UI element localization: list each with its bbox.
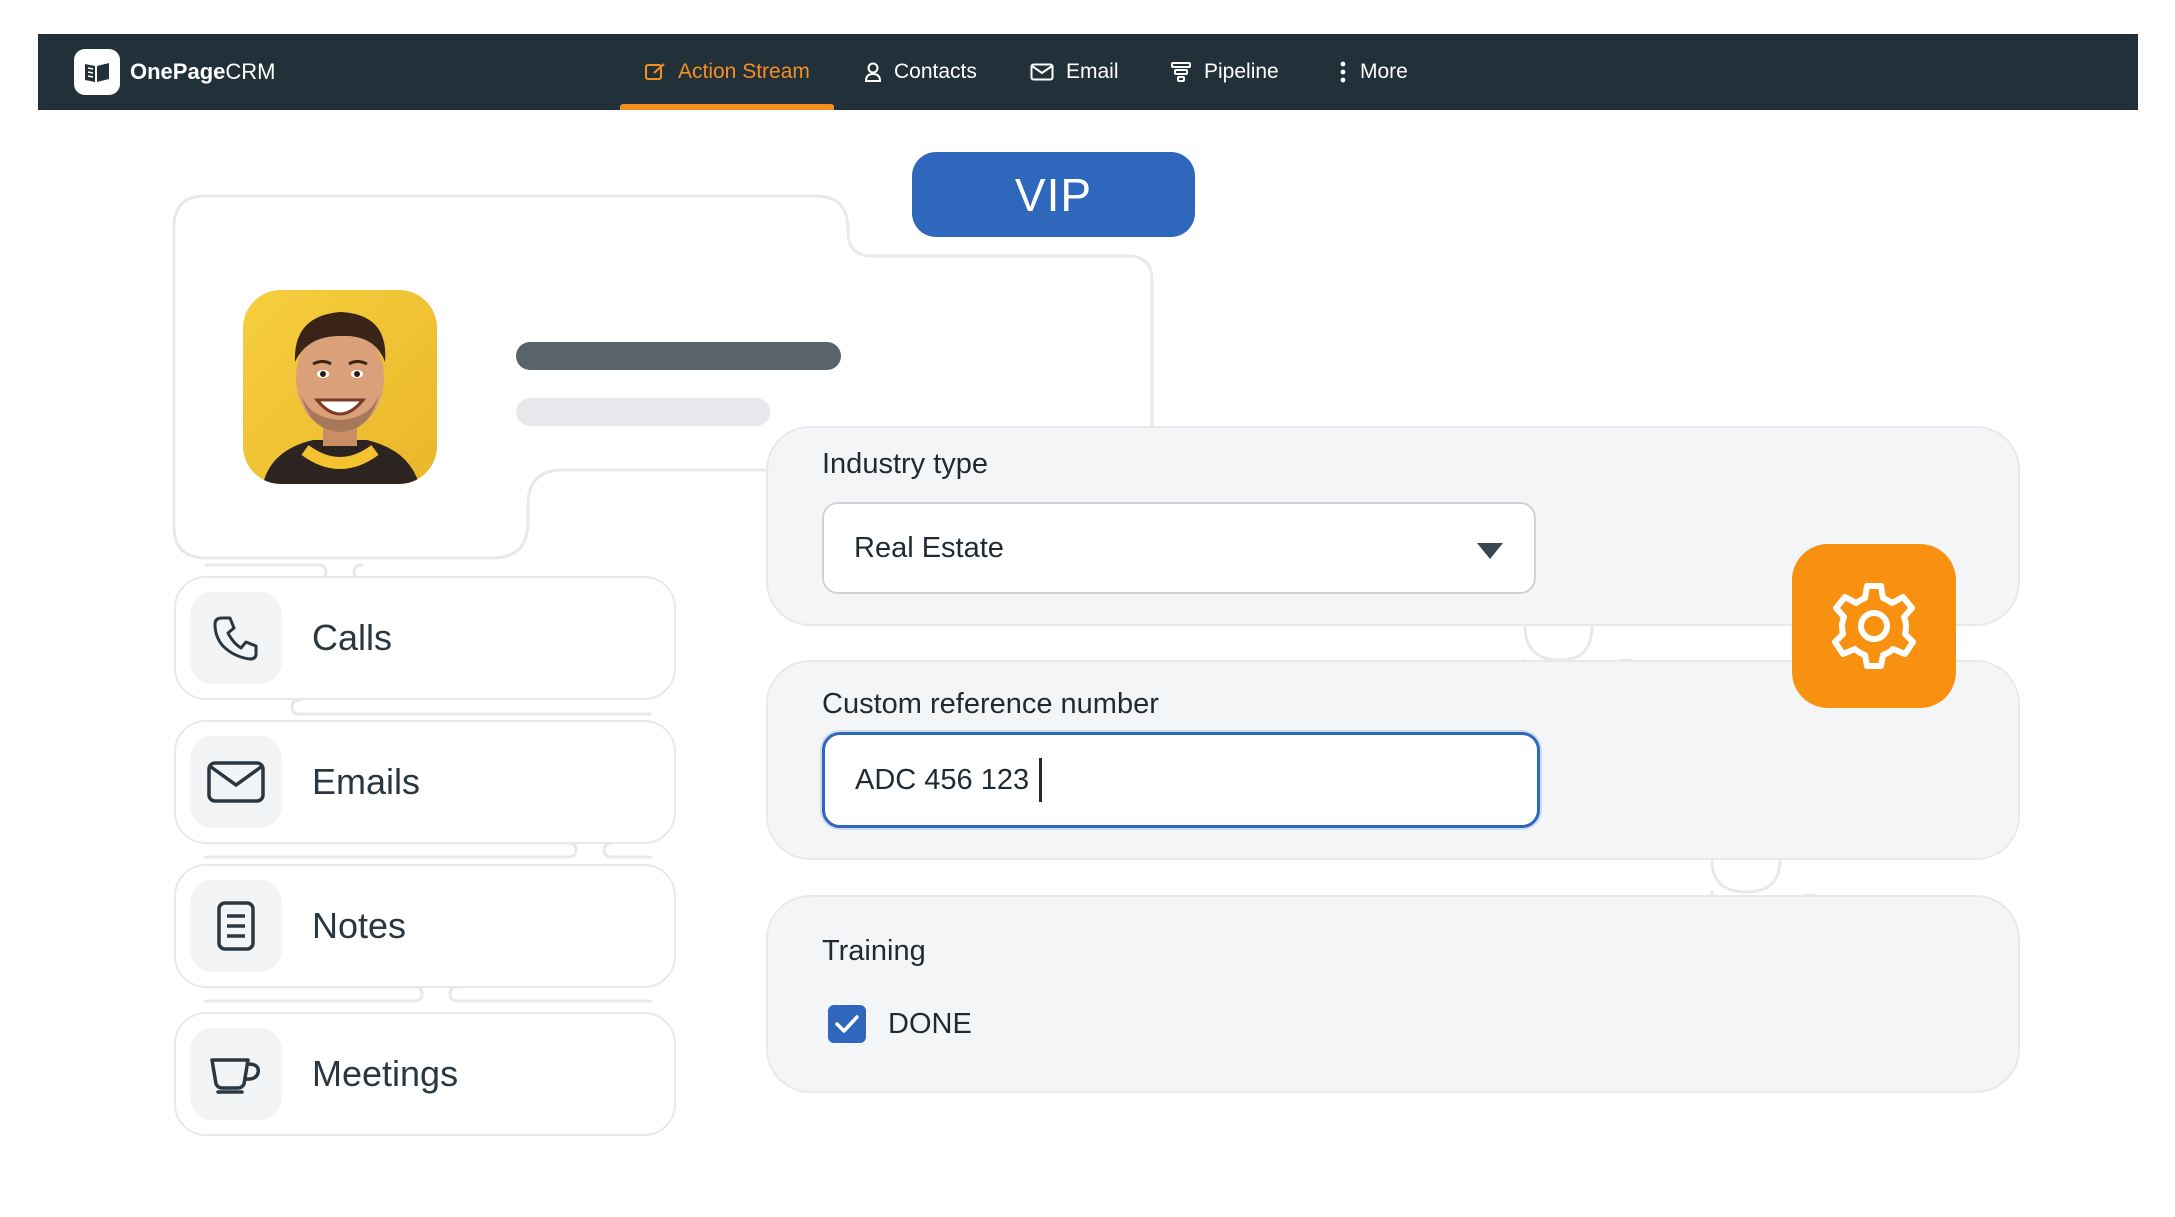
more-icon — [1340, 61, 1346, 83]
training-done-checkbox[interactable] — [828, 1005, 866, 1043]
activity-notes[interactable]: Notes — [174, 864, 676, 988]
avatar-photo — [243, 290, 437, 484]
email-icon — [1030, 63, 1054, 81]
custom-reference-label: Custom reference number — [822, 688, 1159, 720]
nav-tab-pipeline[interactable]: Pipeline — [1170, 34, 1279, 110]
phone-icon-box — [190, 592, 282, 684]
nav-tab-label: Email — [1066, 60, 1119, 83]
activity-label: Emails — [312, 761, 421, 802]
training-label: Training — [822, 935, 926, 967]
industry-type-select[interactable]: Real Estate — [822, 502, 1536, 594]
training-done-label: DONE — [888, 1008, 972, 1040]
avatar — [243, 290, 437, 484]
envelope-icon — [207, 761, 265, 803]
nav-tab-action-stream[interactable]: Action Stream — [620, 34, 834, 110]
gear-icon — [1832, 583, 1916, 669]
training-panel: Training DONE — [766, 895, 2020, 1093]
nav-tab-email[interactable]: Email — [1030, 34, 1119, 110]
brand-bold: OnePage — [130, 59, 226, 84]
activity-label: Calls — [312, 617, 393, 658]
activity-meetings[interactable]: Meetings — [174, 1012, 676, 1136]
onepage-logo-icon — [74, 49, 120, 95]
brand-light: CRM — [225, 59, 276, 84]
text-cursor — [1039, 758, 1043, 802]
app-logo[interactable]: OnePageCRM — [74, 49, 275, 95]
top-navigation-bar: OnePageCRM Action Stream Contacts Email … — [38, 34, 2138, 110]
activity-label: Notes — [312, 905, 407, 946]
activity-emails[interactable]: Emails — [174, 720, 676, 844]
custom-reference-input[interactable]: ADC 456 123 — [822, 732, 1540, 828]
app-name: OnePageCRM — [130, 59, 275, 85]
settings-button[interactable] — [1792, 544, 1956, 708]
custom-reference-text: ADC 456 123 — [855, 763, 1030, 796]
note-icon-box — [190, 880, 282, 972]
active-tab-indicator — [620, 104, 834, 110]
note-icon — [217, 901, 255, 951]
activity-calls[interactable]: Calls — [174, 576, 676, 700]
cup-icon-box — [190, 1028, 282, 1120]
nav-tab-label: Pipeline — [1204, 60, 1279, 83]
chevron-down-icon — [1477, 543, 1503, 559]
nav-tab-label: Action Stream — [678, 60, 810, 83]
contact-name-placeholder — [516, 342, 841, 370]
activity-label: Meetings — [312, 1053, 459, 1094]
contacts-icon — [864, 62, 882, 82]
nav-tab-more[interactable]: More — [1338, 34, 1408, 110]
cup-icon — [210, 1058, 261, 1094]
action-stream-icon — [645, 63, 665, 80]
industry-type-value: Real Estate — [854, 531, 1004, 564]
custom-reference-value: ADC 456 123 — [855, 735, 1043, 825]
nav-tab-label: More — [1360, 60, 1408, 83]
phone-icon — [213, 616, 258, 661]
nav-tab-contacts[interactable]: Contacts — [864, 34, 977, 110]
industry-type-label: Industry type — [822, 448, 989, 480]
envelope-icon-box — [190, 736, 282, 828]
vip-badge: VIP — [912, 152, 1195, 237]
checkmark-icon — [835, 1015, 859, 1033]
nav-tab-label: Contacts — [894, 60, 977, 83]
contact-subtitle-placeholder — [516, 398, 770, 426]
pipeline-icon — [1171, 62, 1191, 82]
